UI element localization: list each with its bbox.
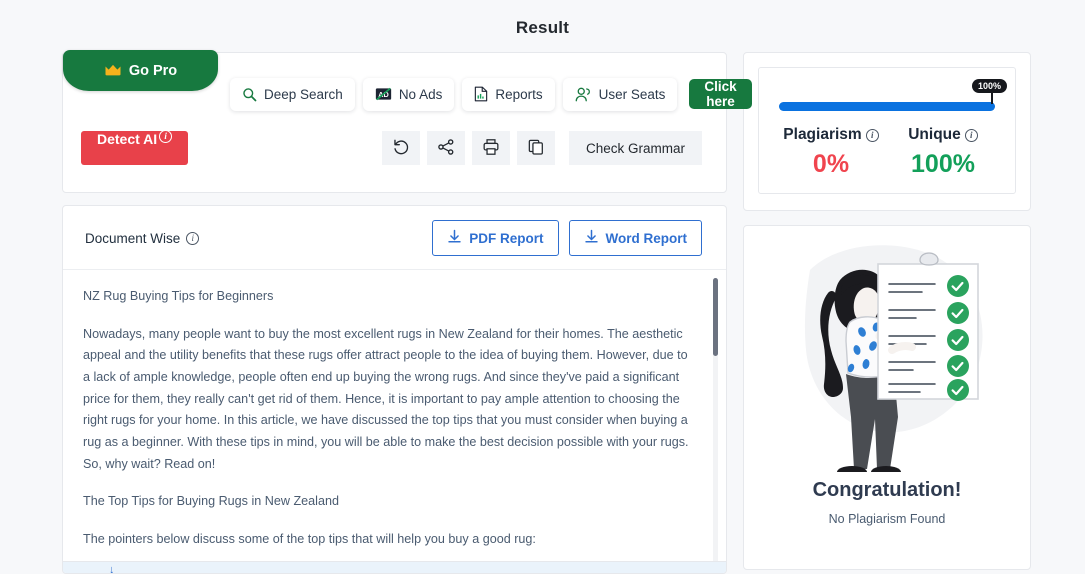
main-layout: Go Pro Deep Search AD No Ads	[0, 38, 1085, 574]
progress-bar: 100%	[775, 79, 1007, 116]
pill-deep-search[interactable]: Deep Search	[230, 77, 355, 111]
score-columns: Plagiarism i 0% Unique i 100%	[775, 126, 999, 179]
document-paragraph: The Top Tips for Buying Rugs in New Zeal…	[83, 494, 339, 509]
unique-label: Unique i	[887, 126, 999, 144]
pill-reports[interactable]: Reports	[462, 77, 555, 111]
word-report-label: Word Report	[605, 230, 688, 246]
refresh-icon	[392, 138, 410, 159]
pill-label: Deep Search	[264, 86, 343, 102]
page-title: Result	[515, 18, 570, 37]
badge-stem	[991, 92, 993, 104]
document-paragraph: Nowadays, many people want to buy the mo…	[83, 326, 689, 471]
detect-ai-button[interactable]: Detect AI i	[81, 130, 189, 165]
progress-badge: 100%	[971, 79, 1007, 93]
pill-label: Reports	[495, 86, 543, 102]
share-icon-button[interactable]	[426, 131, 465, 165]
report-file-icon	[474, 86, 488, 102]
detect-ai-label: Detect AI	[97, 131, 158, 147]
plagiarism-score: Plagiarism i 0%	[775, 126, 887, 179]
document-text-area[interactable]: NZ Rug Buying Tips for Beginners Nowaday…	[63, 270, 726, 573]
download-icon: ↓	[109, 564, 115, 574]
refresh-icon-button[interactable]	[381, 131, 420, 165]
congratulation-subtitle: No Plagiarism Found	[828, 512, 946, 526]
print-icon	[482, 138, 500, 159]
pill-no-ads[interactable]: AD No Ads	[362, 77, 455, 111]
congratulation-title: Congratulation!	[812, 479, 962, 501]
pill-label: No Ads	[398, 86, 443, 102]
document-card: Document Wise i PDF Report Word Report N…	[62, 205, 727, 574]
pill-label: User Seats	[598, 86, 666, 102]
info-icon[interactable]: i	[865, 128, 879, 142]
crown-icon	[104, 64, 122, 77]
score-card: 100% Plagiarism i 0% Unique i 100%	[743, 52, 1031, 211]
download-icon	[447, 229, 462, 248]
go-pro-label: Go Pro	[128, 62, 178, 79]
progress-fill	[779, 102, 995, 111]
illustration-wrap	[744, 232, 1030, 478]
no-ads-icon: AD	[375, 87, 392, 101]
click-here-button[interactable]: Click here	[689, 79, 752, 109]
plagiarism-value: 0%	[812, 150, 850, 178]
download-icon	[584, 229, 599, 248]
pill-user-seats[interactable]: User Seats	[562, 77, 678, 111]
info-icon[interactable]: i	[159, 130, 173, 143]
share-icon	[437, 138, 455, 159]
document-paragraph: The pointers below discuss some of the t…	[83, 531, 536, 546]
unique-value: 100%	[911, 150, 975, 178]
pdf-report-label: PDF Report	[469, 230, 544, 246]
users-icon	[575, 87, 592, 102]
pdf-report-button[interactable]: PDF Report	[432, 220, 559, 256]
search-icon	[242, 87, 257, 102]
print-icon-button[interactable]	[471, 131, 510, 165]
action-row: Detect AI i Check Grammar	[63, 115, 726, 165]
document-footer-strip: ↓	[63, 561, 726, 573]
document-heading: NZ Rug Buying Tips for Beginners	[83, 289, 274, 303]
left-panel: Go Pro Deep Search AD No Ads	[62, 50, 752, 574]
result-card: Congratulation! No Plagiarism Found	[743, 225, 1031, 570]
plagiarism-label: Plagiarism i	[775, 126, 887, 144]
score-inner: 100% Plagiarism i 0% Unique i 100%	[758, 67, 1016, 194]
check-grammar-button[interactable]: Check Grammar	[568, 131, 702, 165]
go-pro-tab[interactable]: Go Pro	[63, 50, 218, 91]
copy-icon	[527, 138, 545, 159]
copy-icon-button[interactable]	[516, 131, 555, 165]
info-icon[interactable]: i	[186, 231, 200, 245]
document-wise-label: Document Wise i	[85, 231, 200, 246]
info-icon[interactable]: i	[964, 128, 978, 142]
woman-with-checklist-illustration	[780, 232, 995, 478]
scrollbar-thumb[interactable]	[713, 278, 718, 356]
toolbar-card: Go Pro Deep Search AD No Ads	[62, 50, 752, 193]
word-report-button[interactable]: Word Report	[568, 220, 702, 256]
document-header: Document Wise i PDF Report Word Report	[63, 206, 726, 270]
unique-score: Unique i 100%	[887, 126, 999, 179]
right-panel: 100% Plagiarism i 0% Unique i 100% Congr…	[743, 52, 1031, 570]
